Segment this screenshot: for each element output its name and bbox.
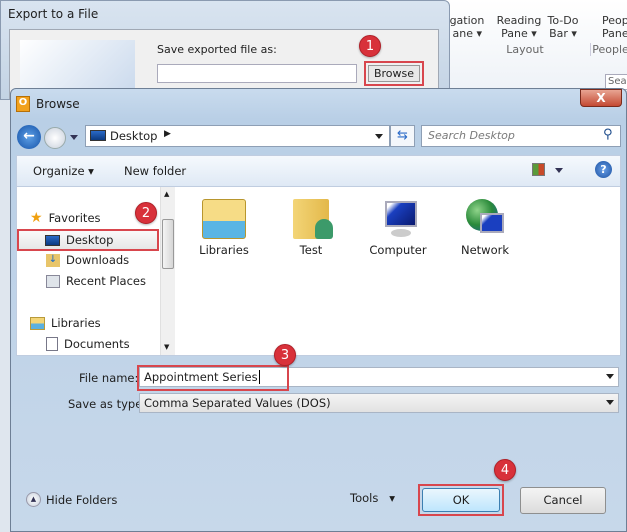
desktop-icon — [90, 130, 106, 141]
address-desktop[interactable]: Desktop — [110, 129, 157, 143]
browse-button[interactable]: Browse ... — [368, 65, 420, 95]
downloads-icon: ↓ — [46, 253, 60, 267]
file-name-dropdown-icon[interactable] — [606, 374, 614, 379]
scrollbar-thumb[interactable] — [162, 219, 174, 269]
step-badge-4: 4 — [494, 459, 516, 481]
browse-dialog-title: Browse — [36, 97, 80, 111]
user-folder-icon — [293, 199, 333, 239]
file-name-label: File name: — [79, 371, 139, 385]
view-dropdown-icon[interactable] — [555, 168, 563, 173]
file-label: Libraries — [199, 243, 249, 257]
file-name-highlight — [137, 365, 289, 391]
nav-scrollbar[interactable]: ▲ ▼ — [160, 187, 175, 355]
file-item-libraries[interactable]: Libraries — [184, 199, 264, 257]
ribbon-todo-bar[interactable]: To-Do Bar ▾ — [543, 14, 583, 40]
browse-highlight: Browse ... — [364, 61, 424, 95]
outlook-icon: O — [16, 96, 30, 112]
collapse-up-icon: ▲ — [26, 492, 41, 507]
address-bar[interactable]: Desktop ▶ — [85, 125, 390, 147]
file-label: Computer — [369, 243, 427, 257]
nav-recent-places[interactable]: Recent Places — [46, 274, 146, 288]
forward-arrow-icon[interactable] — [44, 127, 66, 149]
export-dialog-title: Export to a File — [8, 7, 99, 21]
downloads-label: Downloads — [66, 253, 130, 267]
browse-dialog: O Browse X ← Desktop ▶ ⇆ Search Desktop … — [10, 88, 627, 532]
nav-desktop[interactable]: Desktop — [17, 229, 159, 251]
scroll-up-icon[interactable]: ▲ — [164, 190, 169, 198]
libraries-icon — [30, 316, 45, 330]
outlook-ribbon: vigation ane ▾ Reading Pane ▾ To-Do Bar … — [440, 0, 627, 92]
scroll-down-icon[interactable]: ▼ — [164, 343, 169, 351]
nav-downloads[interactable]: ↓ Downloads — [46, 253, 129, 267]
address-dropdown-icon[interactable] — [375, 134, 383, 139]
search-input[interactable]: Search Desktop — [421, 125, 621, 147]
refresh-icon[interactable]: ⇆ — [390, 125, 415, 147]
document-icon — [46, 337, 58, 351]
save-exported-label: Save exported file as: — [157, 43, 277, 56]
save-type-select[interactable]: Comma Separated Values (DOS) — [139, 393, 619, 413]
recent-places-icon — [46, 274, 60, 288]
new-folder-button[interactable]: New folder — [124, 164, 186, 178]
nav-libraries[interactable]: Libraries — [30, 316, 101, 330]
ribbon-reading-pane[interactable]: Reading Pane ▾ — [496, 14, 542, 40]
help-icon[interactable]: ? — [595, 161, 612, 178]
export-dialog: Export to a File Save exported file as: … — [0, 0, 450, 100]
back-arrow-icon[interactable]: ← — [17, 125, 41, 149]
breadcrumb-arrow-icon[interactable]: ▶ — [164, 129, 171, 139]
libraries-icon — [202, 199, 246, 239]
view-options-icon[interactable] — [532, 163, 545, 176]
export-path-input[interactable] — [157, 64, 357, 83]
nav-documents[interactable]: Documents — [46, 337, 130, 351]
file-item-network[interactable]: Network — [445, 199, 525, 257]
file-label: Test — [299, 243, 323, 257]
star-icon: ★ — [30, 210, 43, 226]
libraries-label: Libraries — [51, 316, 101, 330]
save-type-value: Comma Separated Values (DOS) — [144, 396, 331, 410]
ok-button[interactable]: OK — [422, 488, 500, 512]
nav-favorites[interactable]: ★ Favorites — [30, 210, 101, 226]
ribbon-group-layout: Layout — [506, 43, 544, 56]
step-badge-1: 1 — [359, 35, 381, 57]
recent-places-label: Recent Places — [66, 274, 146, 288]
hide-folders-label: Hide Folders — [46, 492, 118, 507]
file-item-computer[interactable]: Computer — [358, 199, 438, 257]
step-badge-3: 3 — [274, 344, 296, 366]
ribbon-people-pane[interactable]: Peop Pane — [602, 14, 627, 40]
save-type-dropdown-icon[interactable] — [606, 400, 614, 405]
computer-icon — [377, 199, 419, 239]
content-pane: ★ Favorites Desktop ↓ Downloads Recent Pla… — [16, 186, 621, 356]
desktop-icon — [45, 234, 60, 246]
file-label: Network — [460, 243, 510, 257]
favorites-label: Favorites — [48, 211, 101, 225]
toolbar: Organize ▾ New folder ? — [16, 155, 621, 186]
save-type-label: Save as type: — [68, 397, 147, 411]
cancel-button[interactable]: Cancel — [520, 487, 606, 514]
documents-label: Documents — [64, 337, 130, 351]
file-item-test[interactable]: Test — [271, 199, 351, 257]
tools-button[interactable]: Tools ▾ — [350, 491, 395, 505]
desktop-label: Desktop — [66, 233, 114, 247]
organize-button[interactable]: Organize ▾ — [33, 164, 94, 178]
network-icon — [464, 199, 506, 239]
search-icon[interactable]: ⚲ — [603, 127, 613, 142]
hide-folders-button[interactable]: ▲ Hide Folders — [26, 492, 117, 507]
history-dropdown-icon[interactable] — [70, 135, 78, 140]
step-badge-2: 2 — [135, 202, 157, 224]
close-button[interactable]: X — [580, 89, 622, 107]
ribbon-group-people: People — [590, 43, 627, 56]
